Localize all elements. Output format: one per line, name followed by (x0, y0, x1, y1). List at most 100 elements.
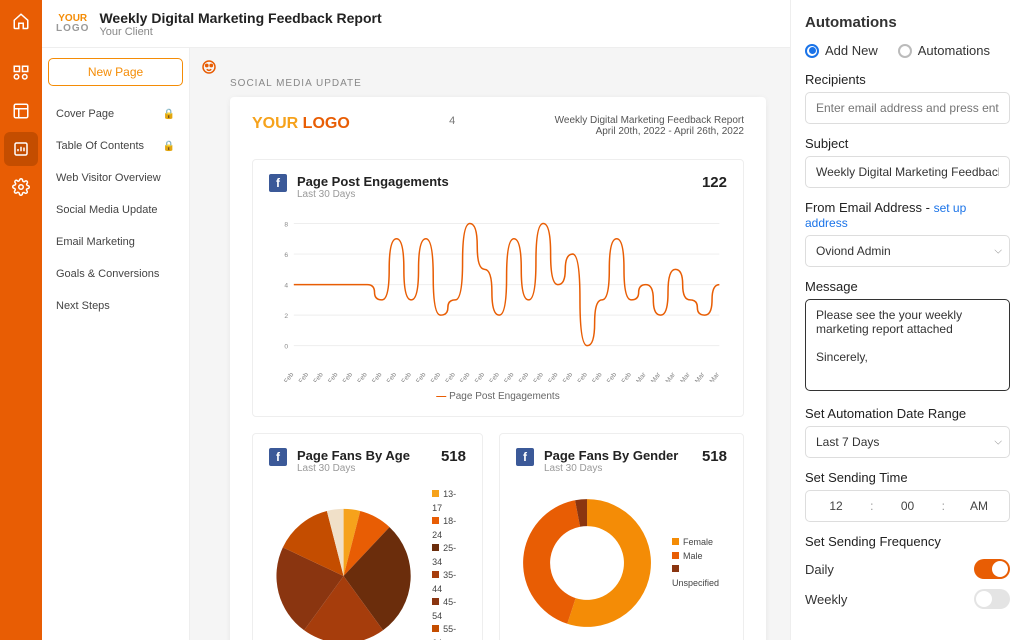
svg-text:06 Mar: 06 Mar (703, 371, 721, 382)
svg-text:6: 6 (284, 252, 288, 259)
paper-meta: Weekly Digital Marketing Feedback Report… (555, 115, 744, 137)
nav-widgets-icon[interactable] (4, 56, 38, 90)
svg-text:16 Feb: 16 Feb (439, 371, 457, 382)
date-range-label: Set Automation Date Range (805, 406, 1010, 421)
sidebar-item-next-steps[interactable]: Next Steps (48, 290, 183, 322)
page-sidebar: New Page Cover Page🔒Table Of Contents🔒We… (42, 0, 190, 640)
message-label: Message (805, 279, 1010, 294)
app-nav-rail (0, 0, 42, 640)
svg-text:07 Feb: 07 Feb (307, 371, 325, 382)
date-range-select[interactable] (805, 426, 1010, 458)
freq-weekly-label: Weekly (805, 592, 847, 607)
radio-automations[interactable]: Automations (898, 43, 990, 58)
svg-text:11 Feb: 11 Feb (366, 371, 384, 382)
pie-legend: 13-1718-2425-3435-4445-5455-6465+ (432, 488, 466, 640)
weekly-toggle[interactable] (974, 589, 1010, 609)
freq-daily-label: Daily (805, 562, 834, 577)
panel-heading: Automations (805, 14, 1010, 31)
recipients-input[interactable] (805, 92, 1010, 124)
report-title: Weekly Digital Marketing Feedback Report (99, 10, 381, 26)
svg-text:14 Feb: 14 Feb (410, 371, 428, 382)
from-label: From Email Address - set up address (805, 200, 1010, 230)
report-subtitle: Your Client (99, 26, 381, 38)
svg-text:04 Mar: 04 Mar (674, 371, 692, 382)
svg-text:15 Feb: 15 Feb (425, 371, 443, 382)
svg-text:01 Mar: 01 Mar (630, 371, 648, 382)
nav-dashboards-icon[interactable] (4, 94, 38, 128)
facebook-icon: f (516, 448, 534, 466)
widget-subtitle: Last 30 Days (297, 189, 449, 200)
new-page-button[interactable]: New Page (48, 58, 183, 86)
chart-legend: — Page Post Engagements (269, 391, 727, 402)
svg-text:26 Feb: 26 Feb (586, 371, 604, 382)
widget-fans-age[interactable]: f Page Fans By Age Last 30 Days 518 13-1… (252, 433, 483, 640)
widget-subtitle: Last 30 Days (544, 463, 678, 474)
svg-text:24 Feb: 24 Feb (557, 371, 575, 382)
svg-text:17 Feb: 17 Feb (454, 371, 472, 382)
widget-value: 122 (702, 174, 727, 191)
widget-subtitle: Last 30 Days (297, 463, 410, 474)
radio-icon (898, 44, 912, 58)
time-picker[interactable]: 12 : 00 : AM (805, 490, 1010, 522)
svg-text:0: 0 (284, 344, 288, 351)
svg-text:25 Feb: 25 Feb (571, 371, 589, 382)
svg-text:13 Feb: 13 Feb (395, 371, 413, 382)
widget-fans-gender[interactable]: f Page Fans By Gender Last 30 Days 518 F… (499, 433, 744, 640)
appearance-icon[interactable] (200, 58, 218, 76)
svg-text:2: 2 (284, 313, 288, 320)
svg-text:19 Feb: 19 Feb (483, 371, 501, 382)
svg-text:22 Feb: 22 Feb (527, 371, 545, 382)
report-page: YOUR LOGO 4 Weekly Digital Marketing Fee… (230, 97, 766, 640)
client-logo: YOUR LOGO (56, 14, 89, 34)
svg-text:02 Mar: 02 Mar (645, 371, 663, 382)
message-textarea[interactable] (805, 299, 1010, 391)
svg-text:27 Feb: 27 Feb (601, 371, 619, 382)
radio-add-new[interactable]: Add New (805, 43, 878, 58)
send-time-label: Set Sending Time (805, 470, 1010, 485)
nav-home-icon[interactable] (4, 4, 38, 38)
sidebar-item-cover-page[interactable]: Cover Page🔒 (48, 98, 183, 130)
svg-text:23 Feb: 23 Feb (542, 371, 560, 382)
svg-text:18 Feb: 18 Feb (469, 371, 487, 382)
widget-engagements[interactable]: f Page Post Engagements Last 30 Days 122… (252, 159, 744, 417)
svg-text:21 Feb: 21 Feb (513, 371, 531, 382)
svg-text:06 Feb: 06 Feb (292, 371, 310, 382)
lock-icon: 🔒 (163, 109, 175, 120)
svg-text:05 Feb: 05 Feb (278, 371, 296, 382)
lock-icon: 🔒 (163, 141, 175, 152)
sidebar-item-social-media-update[interactable]: Social Media Update (48, 194, 183, 226)
svg-text:20 Feb: 20 Feb (498, 371, 516, 382)
from-select[interactable] (805, 235, 1010, 267)
section-label: SOCIAL MEDIA UPDATE (230, 78, 790, 89)
sidebar-item-email-marketing[interactable]: Email Marketing (48, 226, 183, 258)
sidebar-item-goals-&-conversions[interactable]: Goals & Conversions (48, 258, 183, 290)
sidebar-item-web-visitor-overview[interactable]: Web Visitor Overview (48, 162, 183, 194)
widget-value: 518 (441, 448, 466, 465)
svg-text:10 Feb: 10 Feb (351, 371, 369, 382)
report-canvas: SOCIAL MEDIA UPDATE YOUR LOGO 4 Weekly D… (190, 48, 790, 640)
sidebar-item-table-of-contents[interactable]: Table Of Contents🔒 (48, 130, 183, 162)
widget-title: Page Fans By Age (297, 448, 410, 463)
recipients-label: Recipients (805, 72, 1010, 87)
svg-text:09 Feb: 09 Feb (337, 371, 355, 382)
page-number: 4 (449, 115, 455, 127)
widget-title: Page Post Engagements (297, 174, 449, 189)
nav-reports-icon[interactable] (4, 132, 38, 166)
widget-value: 518 (702, 448, 727, 465)
subject-label: Subject (805, 136, 1010, 151)
daily-toggle[interactable] (974, 559, 1010, 579)
pie-legend: FemaleMaleUnspecified (672, 536, 727, 590)
nav-settings-icon[interactable] (4, 170, 38, 204)
canvas-toolbar (200, 54, 218, 80)
radio-icon (805, 44, 819, 58)
svg-text:28 Feb: 28 Feb (615, 371, 633, 382)
svg-text:12 Feb: 12 Feb (381, 371, 399, 382)
subject-input[interactable] (805, 156, 1010, 188)
facebook-icon: f (269, 174, 287, 192)
freq-label: Set Sending Frequency (805, 534, 1010, 549)
svg-text:8: 8 (284, 221, 288, 228)
pie-chart-age (269, 501, 418, 640)
widget-title: Page Fans By Gender (544, 448, 678, 463)
donut-chart-gender (516, 488, 658, 638)
automations-panel: Automations Add New Automations Recipien… (790, 0, 1024, 640)
